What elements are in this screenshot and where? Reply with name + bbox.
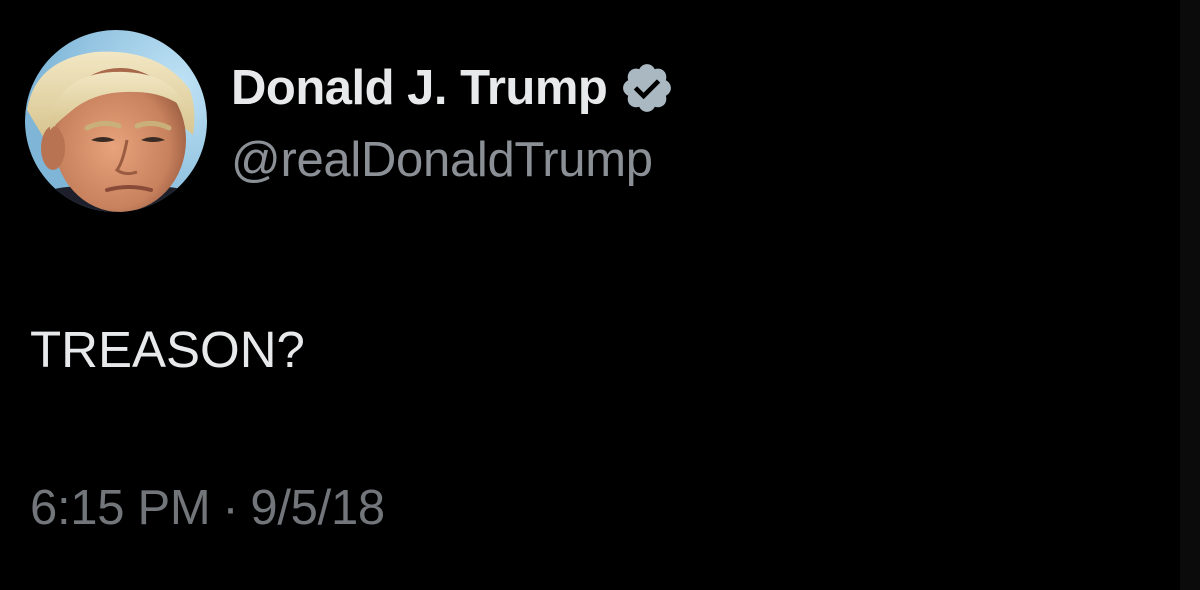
verified-badge-icon xyxy=(623,64,672,112)
author-name-row: Donald J. Trump xyxy=(231,58,675,118)
tweet-card: Donald J. Trump @realDonaldTrump TREASON… xyxy=(0,0,1200,590)
timestamp-row[interactable]: 6:15 PM · 9/5/18 xyxy=(30,480,385,536)
tweet-time: 6:15 PM xyxy=(30,481,211,535)
separator-dot: · xyxy=(222,481,239,535)
avatar[interactable] xyxy=(25,30,207,212)
author-display-name[interactable]: Donald J. Trump xyxy=(231,60,608,116)
profile-photo xyxy=(25,30,207,212)
tweet-date: 9/5/18 xyxy=(250,481,385,535)
tweet-text: TREASON? xyxy=(30,321,305,378)
scrollbar-edge xyxy=(1180,0,1200,590)
author-handle[interactable]: @realDonaldTrump xyxy=(231,132,653,188)
